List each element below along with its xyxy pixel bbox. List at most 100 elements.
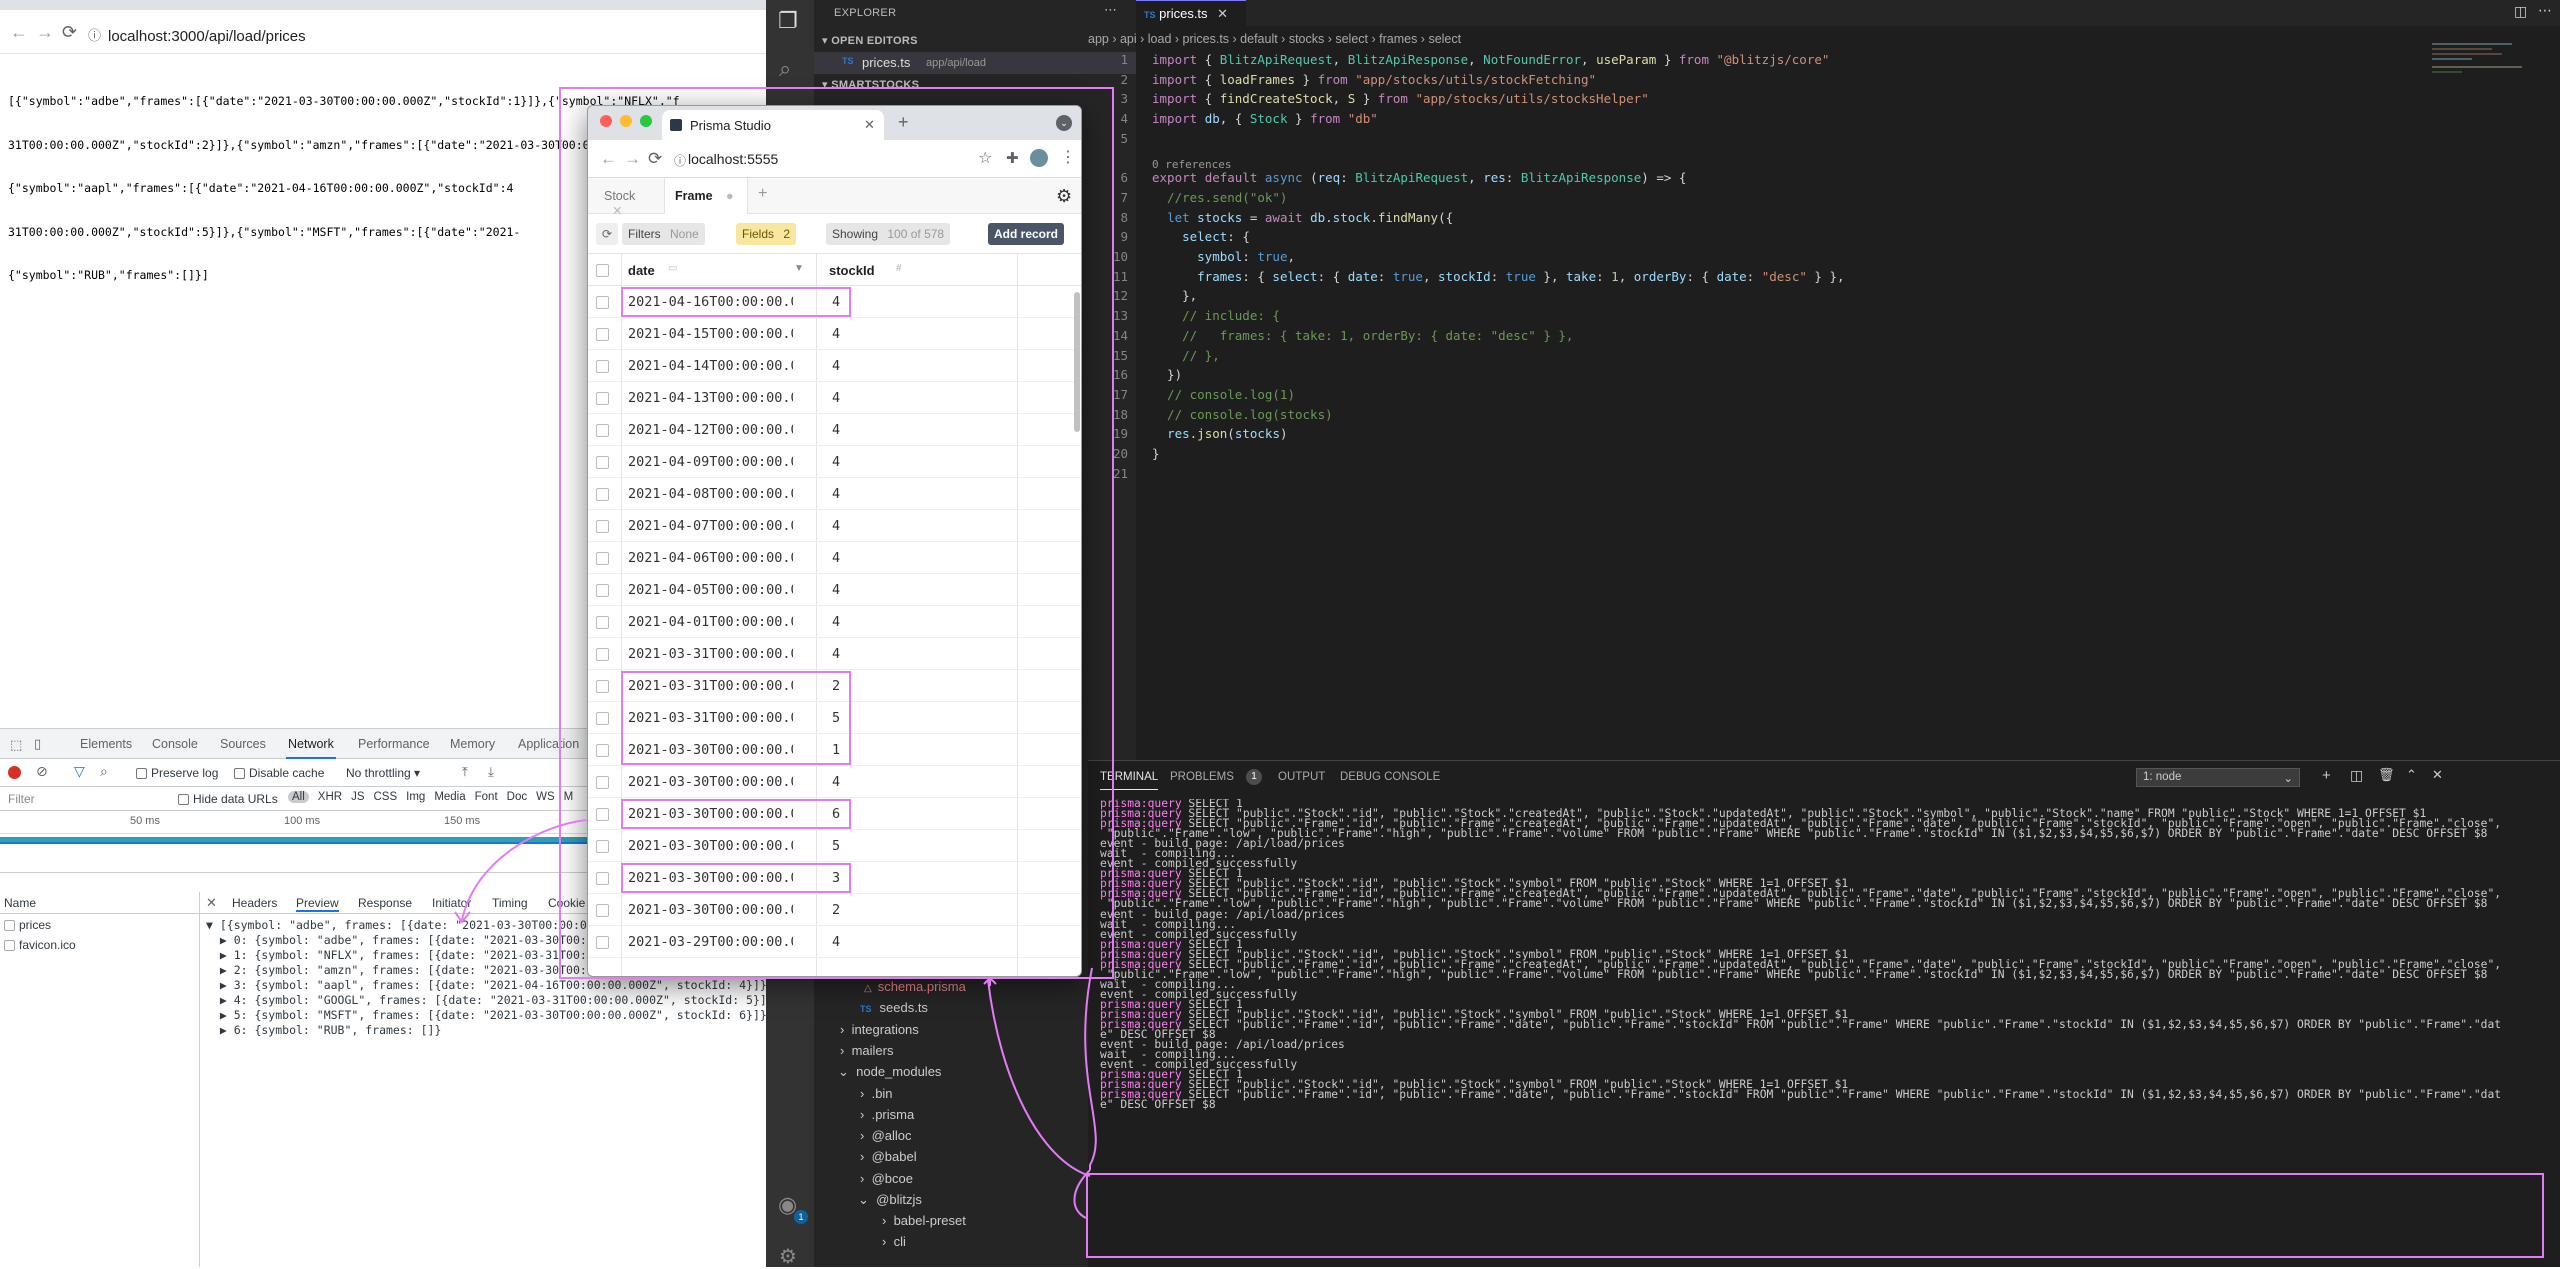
- tab-performance[interactable]: Performance: [358, 737, 430, 751]
- tab-prices-ts[interactable]: TS prices.ts ✕: [1136, 0, 1246, 26]
- info-icon[interactable]: ⓘ: [88, 25, 101, 44]
- extensions-icon[interactable]: ✚: [1006, 149, 1019, 167]
- cell-date[interactable]: 2021-03-30T00:00:00.000Z: [628, 774, 793, 790]
- row-checkbox[interactable]: [596, 456, 609, 469]
- cell-stockid[interactable]: 4: [832, 454, 840, 470]
- breadcrumb-item[interactable]: api: [1120, 32, 1137, 46]
- filter-type-m[interactable]: M: [564, 791, 574, 803]
- table-row[interactable]: 2021-03-29T00:00:00.000Z 4: [588, 926, 1081, 958]
- search-icon[interactable]: ⌕: [100, 763, 108, 780]
- record-icon[interactable]: [8, 766, 21, 779]
- close-detail-icon[interactable]: ✕: [206, 895, 217, 911]
- row-checkbox[interactable]: [596, 680, 609, 693]
- cell-date[interactable]: 2021-03-30T00:00:00.000Z: [628, 838, 793, 854]
- back-icon[interactable]: ←: [10, 22, 28, 43]
- cell-date[interactable]: 2021-04-08T00:00:00.000Z: [628, 486, 793, 502]
- new-terminal-icon[interactable]: +: [2322, 767, 2331, 784]
- browser-tab-strip[interactable]: [0, 0, 766, 10]
- tree-folder-babel[interactable]: › @babel: [860, 1149, 917, 1164]
- minimap[interactable]: [2432, 40, 2542, 100]
- filter-type-media[interactable]: Media: [434, 791, 465, 803]
- cell-stockid[interactable]: 4: [832, 390, 840, 406]
- cell-stockid[interactable]: 6: [832, 806, 840, 822]
- add-record-button[interactable]: Add record: [988, 223, 1065, 245]
- tab-elements[interactable]: Elements: [80, 737, 132, 751]
- table-row[interactable]: 2021-03-30T00:00:00.000Z 3: [588, 862, 1081, 894]
- breadcrumb-item[interactable]: stocks: [1289, 32, 1324, 46]
- panel-tab-problems[interactable]: PROBLEMS: [1170, 771, 1234, 783]
- filter-type-js[interactable]: JS: [351, 791, 364, 803]
- row-checkbox[interactable]: [596, 776, 609, 789]
- filter-type-doc[interactable]: Doc: [507, 791, 527, 803]
- throttling-select[interactable]: No throttling ▾: [346, 766, 420, 780]
- row-checkbox[interactable]: [596, 840, 609, 853]
- tree-folder-mailers[interactable]: › mailers: [840, 1043, 893, 1058]
- tab-network[interactable]: Network: [286, 737, 336, 759]
- detail-tab-preview[interactable]: Preview: [296, 896, 339, 912]
- code-line[interactable]: },: [1152, 286, 1197, 306]
- more-actions-icon[interactable]: ⋯: [2538, 2, 2552, 19]
- select-all-checkbox[interactable]: [596, 264, 609, 277]
- detail-tab-headers[interactable]: Headers: [232, 896, 277, 910]
- breadcrumb-item[interactable]: load: [1148, 32, 1172, 46]
- new-tab-icon[interactable]: +: [898, 112, 909, 133]
- tree-folder-cli[interactable]: › cli: [882, 1234, 906, 1249]
- table-row[interactable]: 2021-03-30T00:00:00.000Z 6: [588, 798, 1081, 830]
- refresh-button[interactable]: ⟳: [596, 223, 619, 245]
- hide-data-urls-checkbox[interactable]: Hide data URLs: [178, 792, 278, 806]
- code-line[interactable]: // frames: { take: 1, orderBy: { date: "…: [1152, 326, 1573, 346]
- row-checkbox[interactable]: [596, 936, 609, 949]
- tab-menu-icon[interactable]: ⌄: [1056, 115, 1072, 131]
- preserve-log-checkbox[interactable]: Preserve log: [136, 766, 218, 780]
- cell-stockid[interactable]: 4: [832, 486, 840, 502]
- row-checkbox[interactable]: [596, 296, 609, 309]
- breadcrumb-item[interactable]: prices.ts: [1183, 32, 1230, 46]
- table-row[interactable]: 2021-03-30T00:00:00.000Z 1: [588, 734, 1081, 766]
- request-row-prices[interactable]: prices: [4, 918, 51, 932]
- table-row[interactable]: 2021-04-07T00:00:00.000Z 4: [588, 510, 1081, 542]
- cell-date[interactable]: 2021-03-30T00:00:00.000Z: [628, 870, 793, 886]
- settings-gear-icon[interactable]: ⚙: [1056, 186, 1072, 207]
- code-line[interactable]: // console.log(stocks): [1152, 405, 1333, 425]
- code-editor[interactable]: 0 references 1 import { BlitzApiRequest, B…: [1088, 50, 2558, 481]
- filter-icon[interactable]: ▽: [74, 763, 85, 780]
- device-toggle-icon[interactable]: ▯: [34, 736, 41, 752]
- prisma-address-bar[interactable]: localhost:5555: [688, 151, 778, 167]
- cell-stockid[interactable]: 4: [832, 550, 840, 566]
- code-line[interactable]: //res.send("ok"): [1152, 188, 1287, 208]
- cell-date[interactable]: 2021-04-05T00:00:00.000Z: [628, 582, 793, 598]
- name-column-header[interactable]: Name: [0, 892, 200, 914]
- code-line[interactable]: // include: {: [1152, 306, 1280, 326]
- row-checkbox[interactable]: [596, 520, 609, 533]
- tree-item-seeds[interactable]: TS seeds.ts: [860, 1000, 928, 1015]
- filter-type-all[interactable]: All: [288, 791, 309, 803]
- cell-stockid[interactable]: 4: [832, 646, 840, 662]
- sort-desc-icon[interactable]: ▼: [794, 263, 804, 274]
- filter-type-xhr[interactable]: XHR: [318, 791, 342, 803]
- table-row[interactable]: 2021-04-13T00:00:00.000Z 4: [588, 382, 1081, 414]
- preview-item[interactable]: ▶ 6: {symbol: "RUB", frames: []}: [206, 1023, 766, 1038]
- maximize-panel-icon[interactable]: ⌃: [2406, 767, 2417, 783]
- reload-icon[interactable]: ⟳: [648, 149, 662, 169]
- table-row[interactable]: 2021-03-31T00:00:00.000Z 2: [588, 670, 1081, 702]
- cell-date[interactable]: 2021-04-16T00:00:00.000Z: [628, 294, 793, 310]
- filter-type-ws[interactable]: WS: [536, 791, 555, 803]
- code-line[interactable]: symbol: true,: [1152, 247, 1295, 267]
- tree-folder-prisma[interactable]: › .prisma: [860, 1107, 914, 1122]
- cell-stockid[interactable]: 4: [832, 774, 840, 790]
- cell-date[interactable]: 2021-04-14T00:00:00.000Z: [628, 358, 793, 374]
- avatar[interactable]: [1030, 149, 1048, 167]
- table-row[interactable]: 2021-04-16T00:00:00.000Z 4: [588, 286, 1081, 318]
- cell-stockid[interactable]: 5: [832, 838, 840, 854]
- cell-date[interactable]: 2021-03-29T00:00:00.000Z: [628, 934, 793, 950]
- cell-date[interactable]: 2021-04-15T00:00:00.000Z: [628, 326, 793, 342]
- row-checkbox[interactable]: [596, 808, 609, 821]
- breadcrumb[interactable]: app › api › load › prices.ts › default ›…: [1088, 32, 1461, 46]
- row-checkbox[interactable]: [596, 648, 609, 661]
- add-tab-button[interactable]: +: [748, 178, 778, 214]
- filter-input[interactable]: Filter: [8, 792, 168, 806]
- cell-stockid[interactable]: 3: [832, 870, 840, 886]
- code-line[interactable]: res.json(stocks): [1152, 424, 1287, 444]
- table-row[interactable]: 2021-04-08T00:00:00.000Z 4: [588, 478, 1081, 510]
- cell-stockid[interactable]: 2: [832, 678, 840, 694]
